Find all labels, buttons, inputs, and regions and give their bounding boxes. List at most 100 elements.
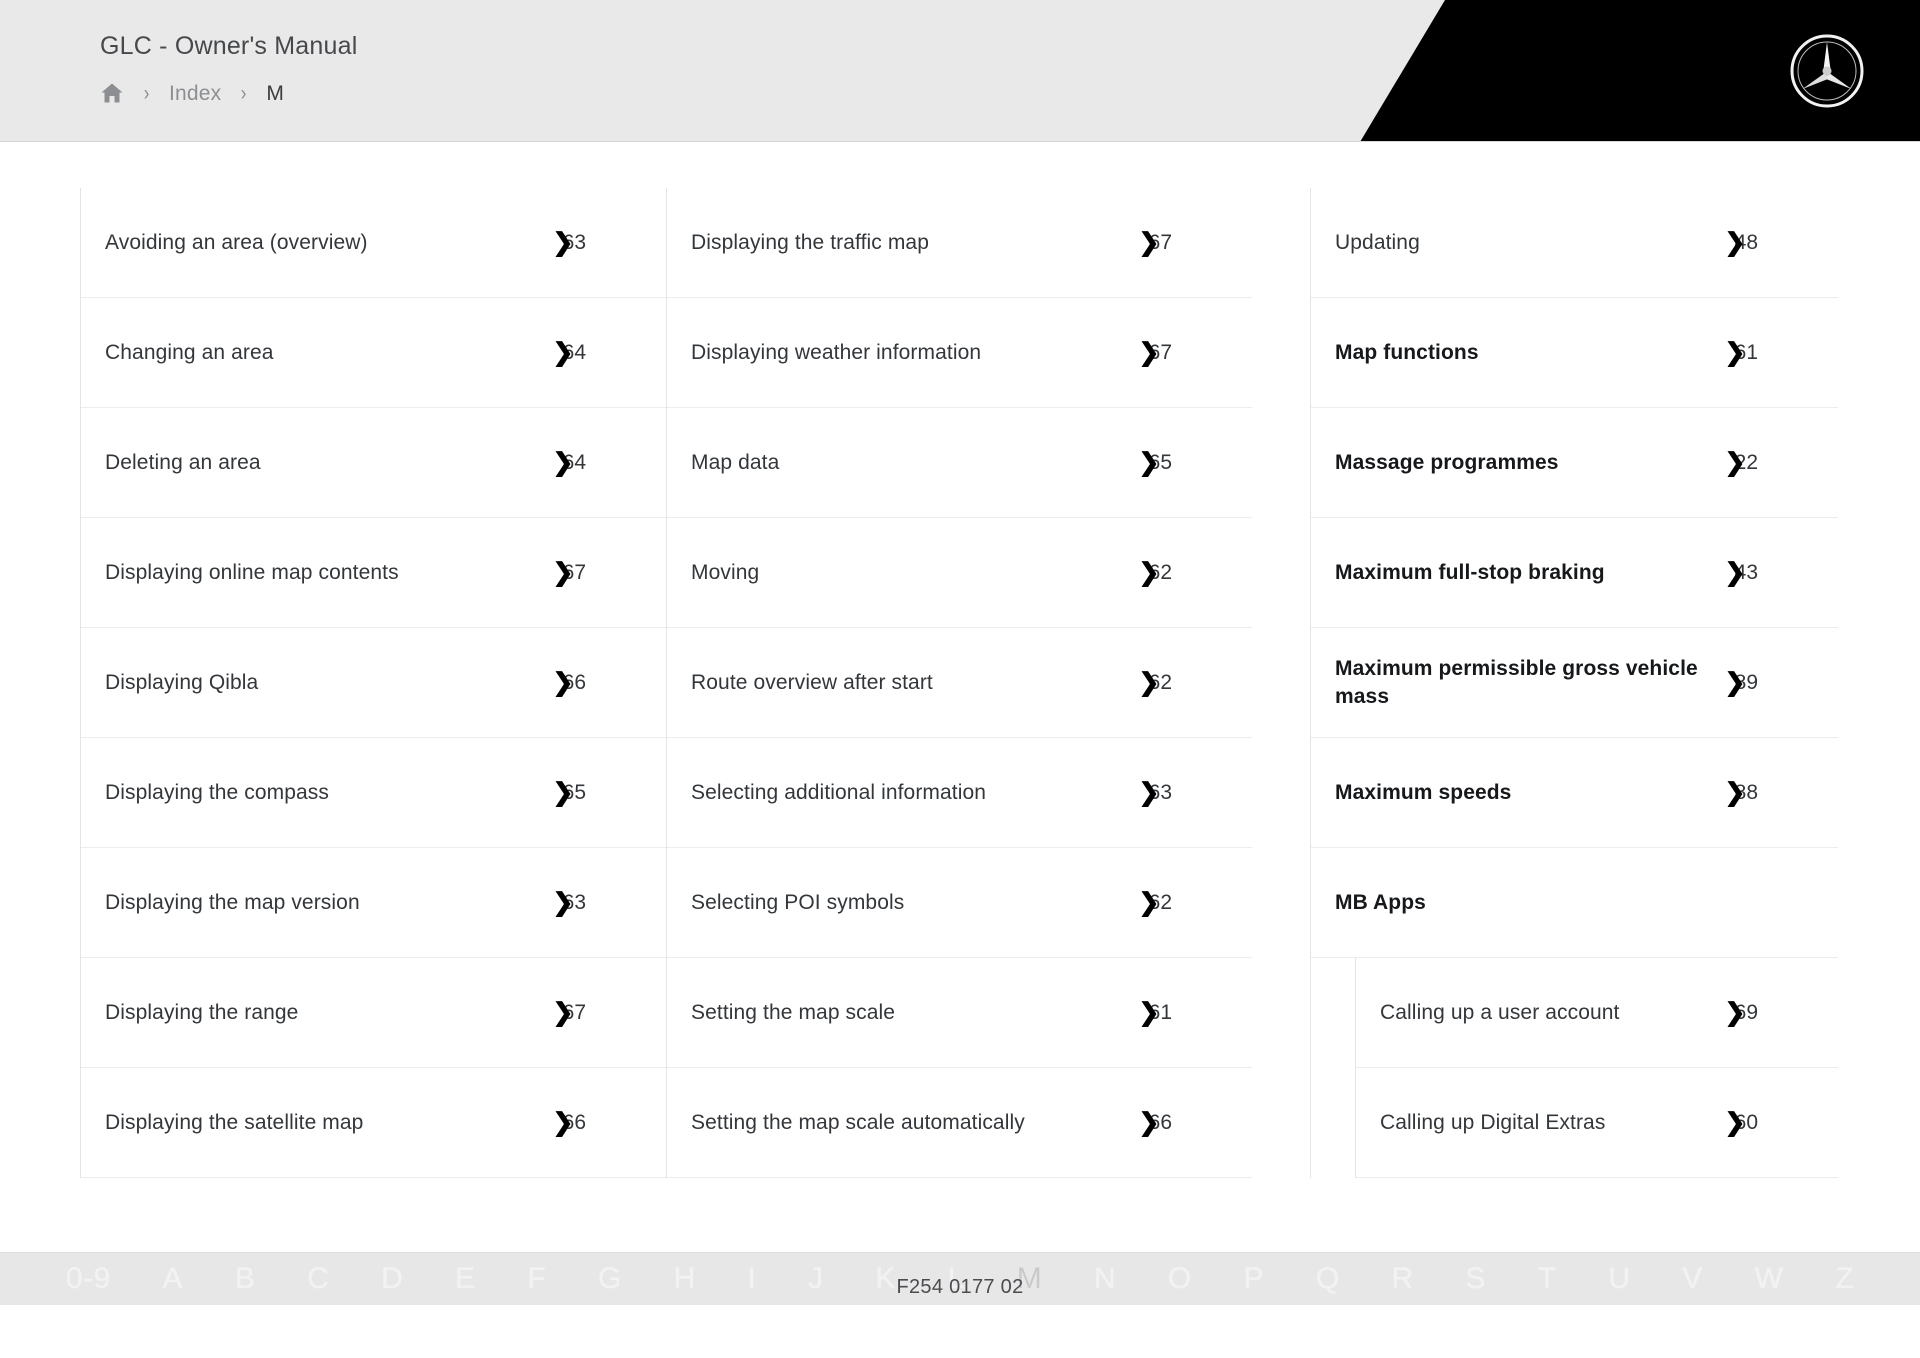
index-entry[interactable]: Displaying the map version 6 ❯ 3 [81, 848, 666, 958]
breadcrumb: › Index › M [100, 81, 1920, 105]
document-code: F254 0177 02 [896, 1276, 1024, 1298]
chevron-right-icon: ❯ [1138, 338, 1160, 366]
index-entry[interactable]: Changing an area 6 ❯ 4 [81, 298, 666, 408]
index-entry-label: Map functions [1335, 340, 1479, 364]
column-2-list: Displaying the traffic map 6 ❯ 7 Displaying … [666, 188, 1252, 1178]
index-entry[interactable]: Deleting an area 6 ❯ 4 [81, 408, 666, 518]
index-entry-label: Displaying weather information [691, 340, 982, 364]
page-reference[interactable]: 6 ❯ 7 [540, 1000, 586, 1025]
index-entry[interactable]: Calling up a user account 6 ❯ 9 [1356, 958, 1838, 1068]
home-icon[interactable] [100, 81, 124, 105]
index-entry[interactable]: Displaying the compass 6 ❯ 5 [81, 738, 666, 848]
index-entry-label: Displaying online map contents [105, 560, 399, 584]
index-entry[interactable]: Displaying Qibla 6 ❯ 6 [81, 628, 666, 738]
page-reference[interactable]: 6 ❯ 1 [1126, 1000, 1172, 1025]
chevron-right-icon: ❯ [1138, 668, 1160, 696]
index-entry[interactable]: Displaying the traffic map 6 ❯ 7 [667, 188, 1252, 298]
page-ref-suffix: 5 [574, 780, 586, 804]
index-entry[interactable]: Displaying the satellite map 6 ❯ 6 [81, 1068, 666, 1178]
index-entry[interactable]: Displaying the range 6 ❯ 7 [81, 958, 666, 1068]
chevron-right-icon: ❯ [1724, 778, 1746, 806]
index-entry-label: Setting the map scale [691, 1000, 896, 1024]
index-entry[interactable]: Avoiding an area (overview) 6 ❯ 3 [81, 188, 666, 298]
index-entry[interactable]: Displaying online map contents 6 ❯ 7 [81, 518, 666, 628]
index-entry[interactable]: Route overview after start 6 ❯ 2 [667, 628, 1252, 738]
index-entry[interactable]: Moving 6 ❯ 2 [667, 518, 1252, 628]
index-entry[interactable]: Displaying weather information 6 ❯ 7 [667, 298, 1252, 408]
page-reference[interactable]: 6 ❯ 7 [1126, 230, 1172, 255]
page-reference[interactable]: 6 ❯ 3 [540, 228, 586, 256]
page-ref-suffix: 5 [1160, 450, 1172, 474]
page-ref-suffix: 4 [574, 340, 586, 364]
chevron-right-icon: ❯ [552, 558, 574, 586]
page-reference[interactable]: 4 ❯ 8 [1712, 228, 1758, 256]
index-entry[interactable]: Calling up Digital Extras 6 ❯ 0 [1356, 1068, 1838, 1178]
breadcrumb-item-index[interactable]: Index [169, 83, 221, 104]
page-reference[interactable]: 6 ❯ 5 [540, 780, 586, 805]
index-entry[interactable]: Maximum full-stop braking 4 ❯ 3 [1311, 518, 1838, 628]
page-ref-suffix: 3 [1746, 560, 1758, 584]
breadcrumb-separator-1: › [143, 81, 150, 105]
index-entry-label: Displaying the satellite map [105, 1110, 364, 1134]
header-divider [0, 141, 1920, 142]
index-entry-label: Updating [1335, 230, 1420, 254]
index-group-header[interactable]: MB Apps [1311, 848, 1838, 958]
page-reference[interactable]: 6 ❯ 6 [1126, 1110, 1172, 1135]
page-reference[interactable]: 8 ❯ 9 [1712, 670, 1758, 695]
index-entry[interactable]: Updating 4 ❯ 8 [1311, 188, 1838, 298]
page-reference[interactable]: 6 ❯ 7 [540, 558, 586, 586]
page-ref-suffix: 0 [1746, 1110, 1758, 1134]
page-reference[interactable]: 6 ❯ 2 [1126, 558, 1172, 586]
page-reference[interactable]: 6 ❯ 3 [540, 888, 586, 916]
index-entry[interactable]: Setting the map scale automatically 6 ❯ 6 [667, 1068, 1252, 1178]
index-entry[interactable]: Map functions 6 ❯ 1 [1311, 298, 1838, 408]
index-entry[interactable]: Maximum permissible gross vehicle mass 8 ❯… [1311, 628, 1838, 738]
page-reference[interactable]: 6 ❯ 6 [540, 1110, 586, 1135]
page-reference[interactable]: 6 ❯ 2 [1126, 668, 1172, 696]
index-entry-label: Displaying Qibla [105, 670, 259, 694]
page-ref-suffix: 3 [574, 230, 586, 254]
index-entry-label: Displaying the range [105, 1000, 299, 1024]
page-reference[interactable]: 6 ❯ 5 [1126, 450, 1172, 475]
page-reference[interactable]: 8 ❯ 8 [1712, 778, 1758, 806]
column-2: Displaying the traffic map 6 ❯ 7 Displaying … [666, 188, 1252, 1178]
index-entry[interactable]: Map data 6 ❯ 5 [667, 408, 1252, 518]
header-content: GLC - Owner's Manual › Index › M [0, 0, 1920, 105]
index-entry[interactable]: Selecting POI symbols 6 ❯ 2 [667, 848, 1252, 958]
page-reference[interactable]: 6 ❯ 0 [1712, 1110, 1758, 1135]
column-3: Updating 4 ❯ 8 Map functions 6 ❯ 1 Massage progr… [1252, 188, 1838, 1178]
chevron-right-icon: ❯ [552, 448, 574, 476]
page-ref-suffix: 3 [574, 890, 586, 914]
page-reference[interactable]: 2 ❯ 2 [1712, 450, 1758, 475]
page-reference[interactable]: 6 ❯ 7 [1126, 338, 1172, 366]
index-entry-label: Maximum permissible gross vehicle mass [1335, 656, 1698, 708]
index-entry-label: Deleting an area [105, 450, 261, 474]
page-reference[interactable]: 6 ❯ 4 [540, 340, 586, 365]
index-entry[interactable]: Setting the map scale 6 ❯ 1 [667, 958, 1252, 1068]
page-ref-suffix: 1 [1746, 340, 1758, 364]
chevron-right-icon: ❯ [1138, 558, 1160, 586]
page-reference[interactable]: 6 ❯ 3 [1126, 780, 1172, 805]
index-entry-label: Calling up Digital Extras [1380, 1110, 1606, 1134]
page-ref-suffix: 4 [574, 450, 586, 474]
chevron-right-icon: ❯ [552, 888, 574, 916]
index-entry[interactable]: Maximum speeds 8 ❯ 8 [1311, 738, 1838, 848]
page-reference[interactable]: 6 ❯ 1 [1712, 340, 1758, 365]
page-reference[interactable]: 6 ❯ 4 [540, 448, 586, 476]
page-reference[interactable]: 6 ❯ 9 [1712, 1000, 1758, 1025]
page-ref-suffix: 3 [1160, 780, 1172, 804]
chevron-right-icon: ❯ [1724, 228, 1746, 256]
index-entry-label: Displaying the map version [105, 890, 360, 914]
page-reference[interactable]: 6 ❯ 2 [1126, 890, 1172, 915]
page-reference[interactable]: 6 ❯ 6 [540, 670, 586, 695]
breadcrumb-item-current: M [266, 81, 285, 105]
page-ref-suffix: 7 [574, 1000, 586, 1024]
index-entry[interactable]: Selecting additional information 6 ❯ 3 [667, 738, 1252, 848]
page-reference[interactable]: 4 ❯ 3 [1712, 560, 1758, 585]
index-entry-label: Maximum speeds [1335, 780, 1512, 804]
page-ref-suffix: 2 [1160, 670, 1172, 694]
chevron-right-icon: ❯ [552, 228, 574, 256]
index-entry[interactable]: Massage programmes 2 ❯ 2 [1311, 408, 1838, 518]
breadcrumb-separator-2: › [241, 81, 247, 105]
page-title: GLC - Owner's Manual [100, 32, 358, 60]
